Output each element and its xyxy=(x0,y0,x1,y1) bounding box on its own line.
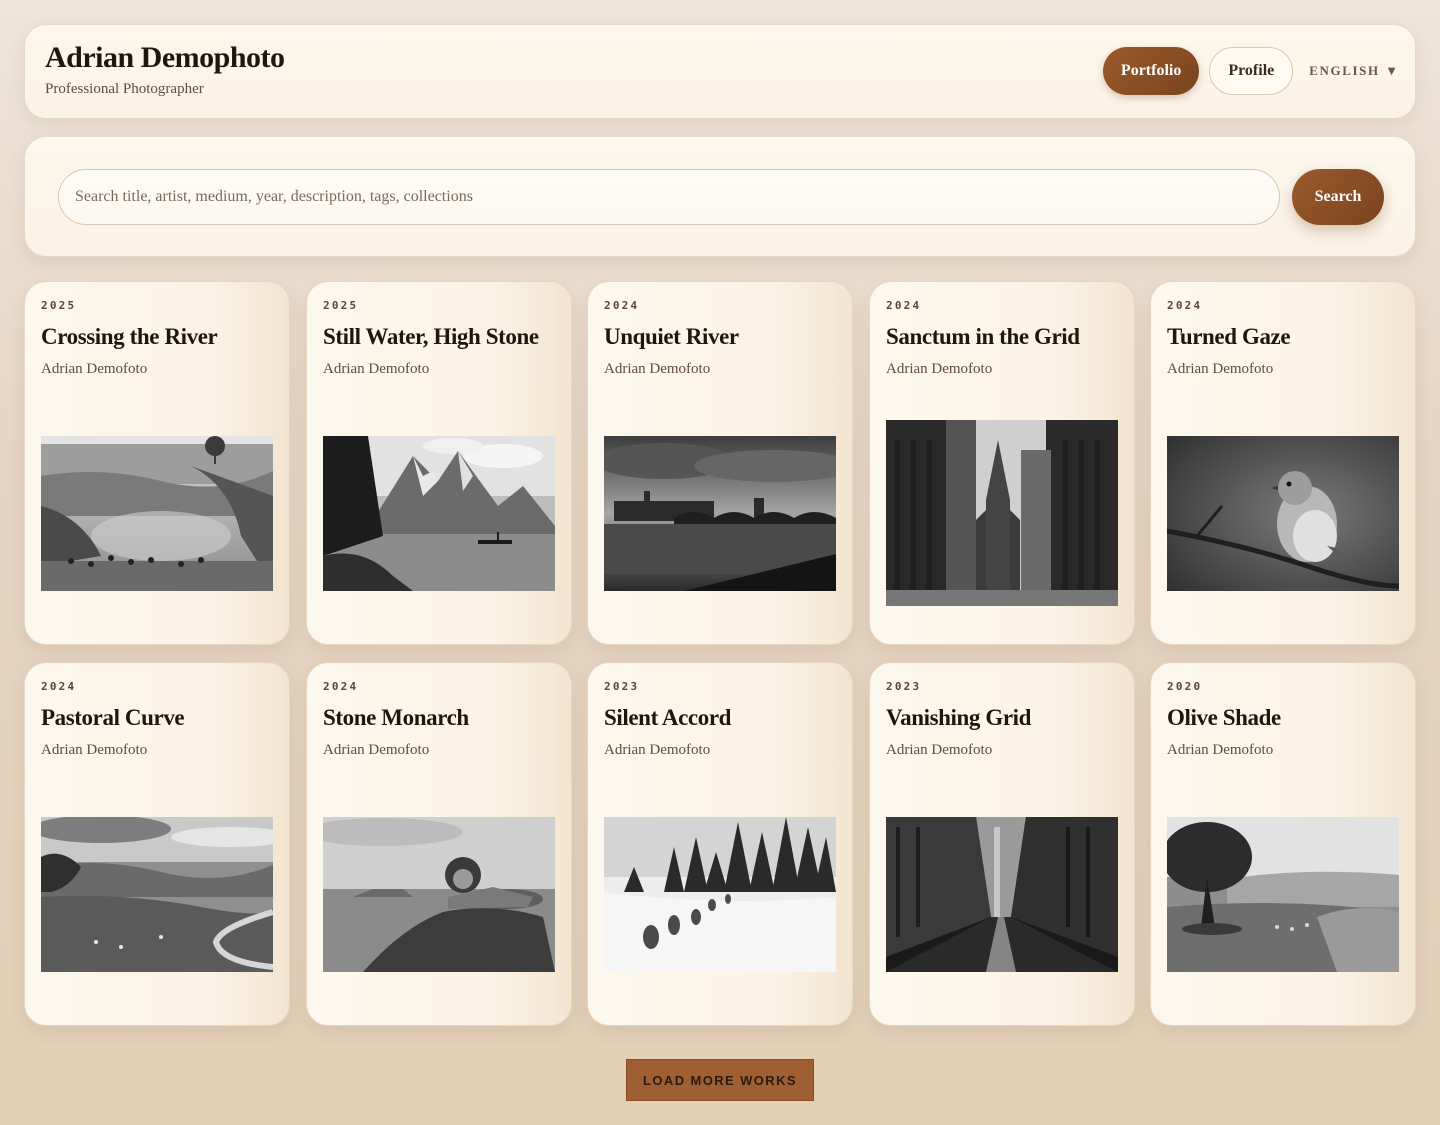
work-photo[interactable] xyxy=(41,817,273,972)
olive-tree-hills-image xyxy=(1167,817,1399,972)
load-more-button[interactable]: LOAD MORE WORKS xyxy=(626,1059,814,1101)
work-artist: Adrian Demofoto xyxy=(41,361,148,377)
work-card[interactable]: 2025 Crossing the River Adrian Demofoto xyxy=(24,281,290,645)
work-photo[interactable] xyxy=(323,436,555,591)
work-card[interactable]: 2023 Silent Accord Adrian Demofoto xyxy=(587,662,853,1026)
work-card[interactable]: 2020 Olive Shade Adrian Demofoto xyxy=(1150,662,1416,1026)
work-year: 2024 xyxy=(323,680,359,693)
profile-button[interactable]: Profile xyxy=(1209,47,1294,95)
work-photo[interactable] xyxy=(1167,436,1399,591)
work-title: Stone Monarch xyxy=(323,705,469,730)
work-card[interactable]: 2024 Sanctum in the Grid Adrian Demofoto xyxy=(869,281,1135,645)
work-card[interactable]: 2025 Still Water, High Stone Adrian Demo… xyxy=(306,281,572,645)
work-card[interactable]: 2024 Stone Monarch Adrian Demofoto xyxy=(306,662,572,1026)
search-button[interactable]: Search xyxy=(1292,169,1384,225)
work-year: 2025 xyxy=(41,299,77,312)
site-subtitle: Professional Photographer xyxy=(45,81,204,97)
work-year: 2023 xyxy=(886,680,922,693)
work-title: Turned Gaze xyxy=(1167,324,1291,349)
wolves-in-snow-image xyxy=(604,817,836,972)
work-photo[interactable] xyxy=(323,817,555,972)
work-photo[interactable] xyxy=(1167,817,1399,972)
herd-crossing-river-image xyxy=(41,436,273,591)
work-year: 2024 xyxy=(1167,299,1203,312)
countryside-road-image xyxy=(41,817,273,972)
work-artist: Adrian Demofoto xyxy=(323,742,430,758)
site-header: Adrian Demophoto Professional Photograph… xyxy=(24,24,1416,119)
work-card[interactable]: 2024 Pastoral Curve Adrian Demofoto xyxy=(24,662,290,1026)
cathedral-between-towers-image xyxy=(886,420,1118,606)
work-card[interactable]: 2024 Turned Gaze Adrian Demofoto xyxy=(1150,281,1416,645)
work-year: 2024 xyxy=(41,680,77,693)
bird-on-branch-image xyxy=(1167,436,1399,591)
chevron-down-icon: ▼ xyxy=(1387,65,1397,77)
work-photo[interactable] xyxy=(41,436,273,591)
work-title: Vanishing Grid xyxy=(886,705,1032,730)
language-label: ENGLISH xyxy=(1309,63,1380,78)
lion-on-rock-image xyxy=(323,817,555,972)
portfolio-button[interactable]: Portfolio xyxy=(1102,47,1200,95)
work-artist: Adrian Demofoto xyxy=(1167,742,1274,758)
work-artist: Adrian Demofoto xyxy=(41,742,148,758)
work-year: 2023 xyxy=(604,680,640,693)
main-nav: Portfolio Profile ENGLISH ▼ xyxy=(1102,47,1397,95)
search-panel: Search xyxy=(24,136,1416,257)
language-selector[interactable]: ENGLISH ▼ xyxy=(1309,63,1397,79)
work-title: Pastoral Curve xyxy=(41,705,185,730)
work-artist: Adrian Demofoto xyxy=(604,742,711,758)
work-year: 2020 xyxy=(1167,680,1203,693)
mountain-lake-boat-image xyxy=(323,436,555,591)
work-title: Silent Accord xyxy=(604,705,732,730)
work-artist: Adrian Demofoto xyxy=(886,742,993,758)
work-title: Unquiet River xyxy=(604,324,739,349)
work-title: Sanctum in the Grid xyxy=(886,324,1080,349)
work-card[interactable]: 2024 Unquiet River Adrian Demofoto xyxy=(587,281,853,645)
wet-city-street-image xyxy=(886,817,1118,972)
work-title: Olive Shade xyxy=(1167,705,1281,730)
work-artist: Adrian Demofoto xyxy=(323,361,430,377)
work-photo[interactable] xyxy=(604,436,836,591)
work-photo[interactable] xyxy=(886,817,1118,972)
work-year: 2024 xyxy=(604,299,640,312)
work-year: 2024 xyxy=(886,299,922,312)
search-input[interactable] xyxy=(58,169,1280,225)
work-artist: Adrian Demofoto xyxy=(886,361,993,377)
work-title: Crossing the River xyxy=(41,324,218,349)
city-river-bridge-image xyxy=(604,436,836,591)
work-title: Still Water, High Stone xyxy=(323,324,539,349)
work-card[interactable]: 2023 Vanishing Grid Adrian Demofoto xyxy=(869,662,1135,1026)
work-photo[interactable] xyxy=(886,420,1118,606)
work-artist: Adrian Demofoto xyxy=(604,361,711,377)
work-artist: Adrian Demofoto xyxy=(1167,361,1274,377)
work-photo[interactable] xyxy=(604,817,836,972)
work-year: 2025 xyxy=(323,299,359,312)
site-title: Adrian Demophoto xyxy=(45,41,285,74)
